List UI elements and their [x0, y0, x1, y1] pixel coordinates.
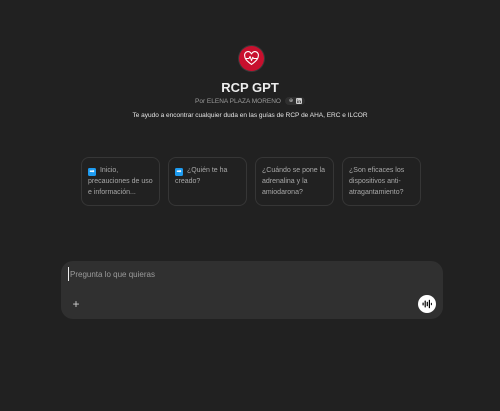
prompt-input[interactable] — [68, 267, 408, 281]
gpt-title: RCP GPT — [221, 80, 279, 95]
message-composer: + — [61, 261, 443, 319]
starter-text: ¿Cuándo se pone la adrenalina y la amiod… — [262, 167, 326, 196]
right-arrow-icon: ➡ — [88, 168, 96, 176]
gpt-logo — [239, 46, 264, 71]
plus-icon: + — [72, 297, 80, 311]
author-name: Por ELENA PLAZA MORENO — [195, 97, 281, 105]
voice-waveform-icon — [422, 299, 432, 309]
starter-text: Inicio, precauciones de uso e informació… — [88, 167, 153, 196]
voice-mode-button[interactable] — [418, 295, 436, 313]
starter-card[interactable]: ➡ Inicio, precauciones de uso e informac… — [81, 157, 160, 206]
gpt-description: Te ayudo a encontrar cualquier duda en l… — [132, 112, 368, 119]
starter-card[interactable]: ¿Son eficaces los dispositivos anti-atra… — [342, 157, 421, 206]
author-social-badges[interactable]: ⊕ in — [284, 97, 305, 105]
right-arrow-icon: ➡ — [175, 168, 183, 176]
globe-icon[interactable]: ⊕ — [288, 98, 294, 104]
starter-text: ¿Son eficaces los dispositivos anti-atra… — [349, 167, 405, 196]
linkedin-icon[interactable]: in — [295, 98, 302, 104]
conversation-starters: ➡ Inicio, precauciones de uso e informac… — [81, 157, 421, 206]
heart-lifeline-icon — [244, 51, 259, 66]
gpt-home-page: RCP GPT Por ELENA PLAZA MORENO ⊕ in Te a… — [0, 0, 500, 411]
starter-card[interactable]: ¿Cuándo se pone la adrenalina y la amiod… — [255, 157, 334, 206]
starter-card[interactable]: ➡ ¿Quién te ha creado? — [168, 157, 247, 206]
attach-button[interactable]: + — [69, 297, 83, 311]
author-line: Por ELENA PLAZA MORENO ⊕ in — [0, 97, 500, 105]
